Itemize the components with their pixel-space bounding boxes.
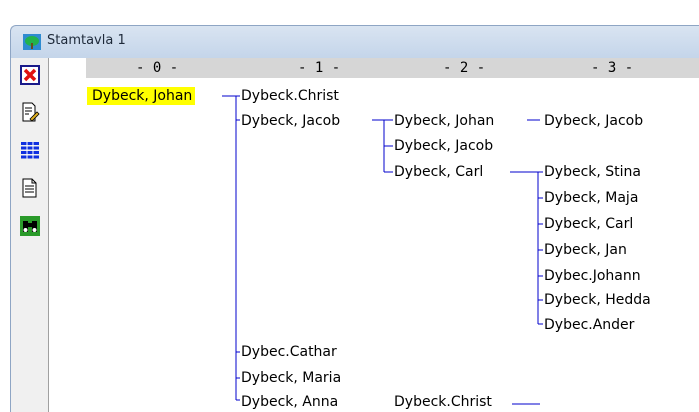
- person-gen3-7[interactable]: Dybeck, Hedda: [544, 291, 651, 309]
- person-gen1-1[interactable]: Dybeck.Christ: [241, 87, 339, 105]
- person-gen1-3[interactable]: Dybec.Cathar: [241, 343, 337, 361]
- person-gen2-3[interactable]: Dybeck, Carl: [394, 163, 483, 181]
- person-gen3-6[interactable]: Dybec.Johann: [544, 267, 641, 285]
- person-gen2-1[interactable]: Dybeck, Johan: [394, 112, 494, 130]
- person-gen2-2[interactable]: Dybeck, Jacob: [394, 137, 493, 155]
- person-gen3-5[interactable]: Dybeck, Jan: [544, 241, 627, 259]
- person-gen1-5[interactable]: Dybeck, Anna: [241, 393, 338, 411]
- pedigree-window: Stamtavla 1 - 0 - - 1 - - 2 - - 3 - Dybe…: [0, 0, 699, 412]
- person-gen3-2[interactable]: Dybeck, Stina: [544, 163, 641, 181]
- person-gen2-4[interactable]: Dybeck.Christ: [394, 393, 492, 411]
- person-gen3-4[interactable]: Dybeck, Carl: [544, 215, 633, 233]
- person-gen1-2[interactable]: Dybeck, Jacob: [241, 112, 340, 130]
- person-gen3-3[interactable]: Dybeck, Maja: [544, 189, 638, 207]
- person-gen3-1[interactable]: Dybeck, Jacob: [544, 112, 643, 130]
- person-gen3-8[interactable]: Dybec.Ander: [544, 316, 634, 334]
- person-root[interactable]: Dybeck, Johan: [87, 87, 196, 105]
- person-gen1-4[interactable]: Dybeck, Maria: [241, 369, 341, 387]
